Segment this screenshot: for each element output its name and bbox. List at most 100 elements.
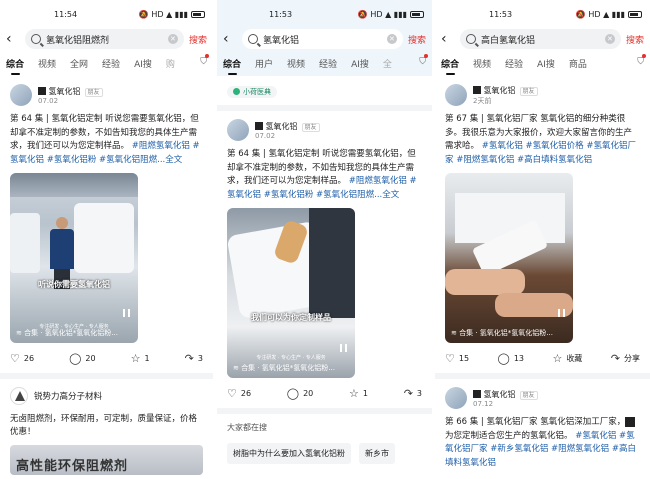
- share-icon: ↷: [610, 351, 620, 365]
- tab-bar: 综合 视频 经验 AI搜 商品 ⛉: [435, 50, 650, 76]
- avatar[interactable]: [445, 387, 467, 409]
- status-time: 11:54: [54, 9, 78, 19]
- tab-users[interactable]: 用户: [255, 57, 273, 70]
- search-input[interactable]: 氢氧化铝阻燃剂 ✕: [25, 29, 184, 49]
- comment-button[interactable]: ◯ 13: [498, 353, 525, 364]
- friend-badge: 朋友: [519, 86, 538, 96]
- search-button[interactable]: 搜索: [626, 33, 644, 46]
- comment-button[interactable]: ◯ 20: [287, 388, 314, 399]
- related-search-item[interactable]: 新乡市: [359, 443, 395, 464]
- favorite-button[interactable]: ☆ 1: [349, 388, 368, 399]
- collection-label[interactable]: ≋ 合集 · 氢氧化铝*氢氧化铝粉...: [451, 328, 553, 338]
- post-author[interactable]: 氢氧化铝 朋友 07.02: [10, 82, 203, 108]
- clear-icon[interactable]: ✕: [167, 34, 178, 44]
- like-button[interactable]: ♡ 15: [445, 353, 469, 364]
- tab-shop[interactable]: 购: [166, 57, 175, 70]
- back-arrow-icon[interactable]: ‹: [441, 32, 455, 46]
- search-button[interactable]: 搜索: [189, 33, 207, 46]
- search-input[interactable]: 氢氧化铝 ✕: [242, 29, 403, 49]
- tab-ai-search[interactable]: AI搜: [351, 57, 369, 70]
- ad-text[interactable]: 无卤阻燃剂，环保耐用，可定制，质量保证，价格优惠！: [10, 413, 203, 439]
- pause-icon[interactable]: [558, 309, 565, 317]
- post-card[interactable]: 氢氧化铝 朋友 07.02 第 64 集 | 氢氧化铝定制 听说您需要氢氧化铝，但…: [0, 76, 213, 373]
- tab-experience[interactable]: 经验: [505, 57, 523, 70]
- author-name: 氢氧化铝: [483, 85, 516, 95]
- tab-all[interactable]: 综合: [223, 57, 241, 75]
- search-icon: [248, 34, 258, 44]
- tab-experience[interactable]: 经验: [102, 57, 120, 70]
- like-button[interactable]: ♡ 26: [10, 353, 34, 364]
- ad-brand-name[interactable]: 锐势力高分子材料: [34, 390, 102, 402]
- comment-button[interactable]: ◯ 20: [69, 353, 96, 364]
- search-query[interactable]: 氢氧化铝阻燃剂: [46, 33, 168, 46]
- tab-all[interactable]: 综合: [441, 57, 459, 75]
- filter-icon[interactable]: ⛉: [200, 57, 207, 67]
- search-query[interactable]: 高白氢氧化铝: [481, 33, 605, 46]
- search-button[interactable]: 搜索: [408, 33, 426, 46]
- post-author[interactable]: 氢氧化铝 朋友 07.12: [445, 385, 640, 411]
- favorite-button[interactable]: ☆ 1: [131, 353, 150, 364]
- comment-icon: ◯: [286, 386, 300, 400]
- tab-web[interactable]: 全: [383, 57, 392, 70]
- post-date: 07.02: [255, 131, 276, 140]
- ad-card[interactable]: 锐势力高分子材料 无卤阻燃剂，环保耐用，可定制，质量保证，价格优惠！ 高性能环保…: [0, 379, 213, 479]
- back-arrow-icon[interactable]: ‹: [6, 32, 20, 46]
- filter-icon[interactable]: ⛉: [419, 57, 426, 67]
- back-arrow-icon[interactable]: ‹: [223, 32, 237, 46]
- post-card[interactable]: 氢氧化铝 朋友 07.12 第 66 集 | 氢氧化铝厂家 氢氧化铝深加工厂家，为…: [435, 379, 650, 470]
- tab-video[interactable]: 视频: [473, 57, 491, 70]
- post-date: 07.12: [473, 399, 494, 408]
- filter-badge-dot: [424, 54, 428, 58]
- source-chip[interactable]: 小荷医典: [227, 85, 277, 98]
- tab-experience[interactable]: 经验: [319, 57, 337, 70]
- share-button[interactable]: ↷ 3: [185, 353, 203, 364]
- star-icon: ☆: [130, 351, 141, 365]
- friend-badge: 朋友: [519, 390, 538, 400]
- post-text[interactable]: 第 64 集 | 氢氧化铝定制 听说您需要氢氧化铝，但却拿不准定制的参数，不如告…: [227, 148, 422, 202]
- like-button[interactable]: ♡ 26: [227, 388, 251, 399]
- share-button[interactable]: ↷ 3: [404, 388, 422, 399]
- avatar[interactable]: [227, 119, 249, 141]
- battery-icon: [410, 10, 424, 18]
- clear-icon[interactable]: ✕: [386, 34, 397, 44]
- expand-link[interactable]: 全文: [382, 190, 399, 200]
- collection-label[interactable]: ≋ 合集 · 氢氧化铝*氢氧化铝粉...: [16, 328, 118, 338]
- battery-icon: [628, 10, 642, 18]
- favorite-button[interactable]: ☆ 收藏: [552, 353, 582, 364]
- avatar[interactable]: [445, 84, 467, 106]
- search-input[interactable]: 高白氢氧化铝 ✕: [460, 29, 621, 49]
- status-icons: 🔕 HD ▲ ▮▮▮: [358, 10, 424, 19]
- tab-all[interactable]: 综合: [6, 57, 24, 75]
- video-player[interactable]: 我们可以为你定制样品 专注研发 · 专心生产 · 专人服务 ≋ 合集 · 氢氧化…: [227, 208, 355, 378]
- search-query[interactable]: 氢氧化铝: [263, 33, 387, 46]
- expand-link[interactable]: 全文: [165, 155, 182, 165]
- pause-icon[interactable]: [340, 344, 347, 352]
- ad-image[interactable]: 高性能环保阻燃剂: [10, 445, 203, 475]
- tab-ai-search[interactable]: AI搜: [537, 57, 555, 70]
- post-text[interactable]: 第 66 集 | 氢氧化铝厂家 氢氧化铝深加工厂家，为您定制适合您生产的氢氧化铝…: [445, 416, 640, 470]
- video-player[interactable]: ≋ 合集 · 氢氧化铝*氢氧化铝粉...: [445, 173, 573, 343]
- author-name: 氢氧化铝: [265, 121, 298, 131]
- tab-web[interactable]: 全网: [70, 57, 88, 70]
- avatar[interactable]: [10, 84, 32, 106]
- tab-ai-search[interactable]: AI搜: [134, 57, 152, 70]
- share-button[interactable]: ↷ 分享: [611, 353, 640, 364]
- post-text[interactable]: 第 67 集 | 氢氧化铝厂家 氢氧化铝的细分种类很多。我很乐意为大家报价，欢迎…: [445, 113, 640, 167]
- post-card[interactable]: 氢氧化铝 朋友 2天前 第 67 集 | 氢氧化铝厂家 氢氧化铝的细分种类很多。我…: [435, 76, 650, 373]
- post-card[interactable]: 氢氧化铝 朋友 07.02 第 64 集 | 氢氧化铝定制 听说您需要氢氧化铝，但…: [217, 111, 432, 408]
- pause-icon[interactable]: [123, 309, 130, 317]
- collection-label[interactable]: ≋ 合集 · 氢氧化铝*氢氧化铝粉...: [233, 363, 335, 373]
- video-player[interactable]: 听说你需要氢氧化铝 专注研发 · 专心生产 · 专人服务 ≋ 合集 · 氢氧化铝…: [10, 173, 138, 343]
- tab-video[interactable]: 视频: [287, 57, 305, 70]
- post-author[interactable]: 氢氧化铝 朋友 07.02: [227, 117, 422, 143]
- tab-products[interactable]: 商品: [569, 57, 587, 70]
- filter-icon[interactable]: ⛉: [637, 57, 644, 67]
- status-icons: 🔕 HD ▲ ▮▮▮: [139, 10, 205, 19]
- post-author[interactable]: 氢氧化铝 朋友 2天前: [445, 82, 640, 108]
- share-icon: ↷: [403, 386, 413, 400]
- tab-video[interactable]: 视频: [38, 57, 56, 70]
- status-time: 11:53: [269, 9, 293, 19]
- clear-icon[interactable]: ✕: [604, 34, 615, 44]
- post-text[interactable]: 第 64 集 | 氢氧化铝定制 听说您需要氢氧化铝，但却拿不准定制的参数，不如告…: [10, 113, 203, 167]
- related-search-item[interactable]: 树脂中为什么要加入氢氧化铝粉: [227, 443, 351, 464]
